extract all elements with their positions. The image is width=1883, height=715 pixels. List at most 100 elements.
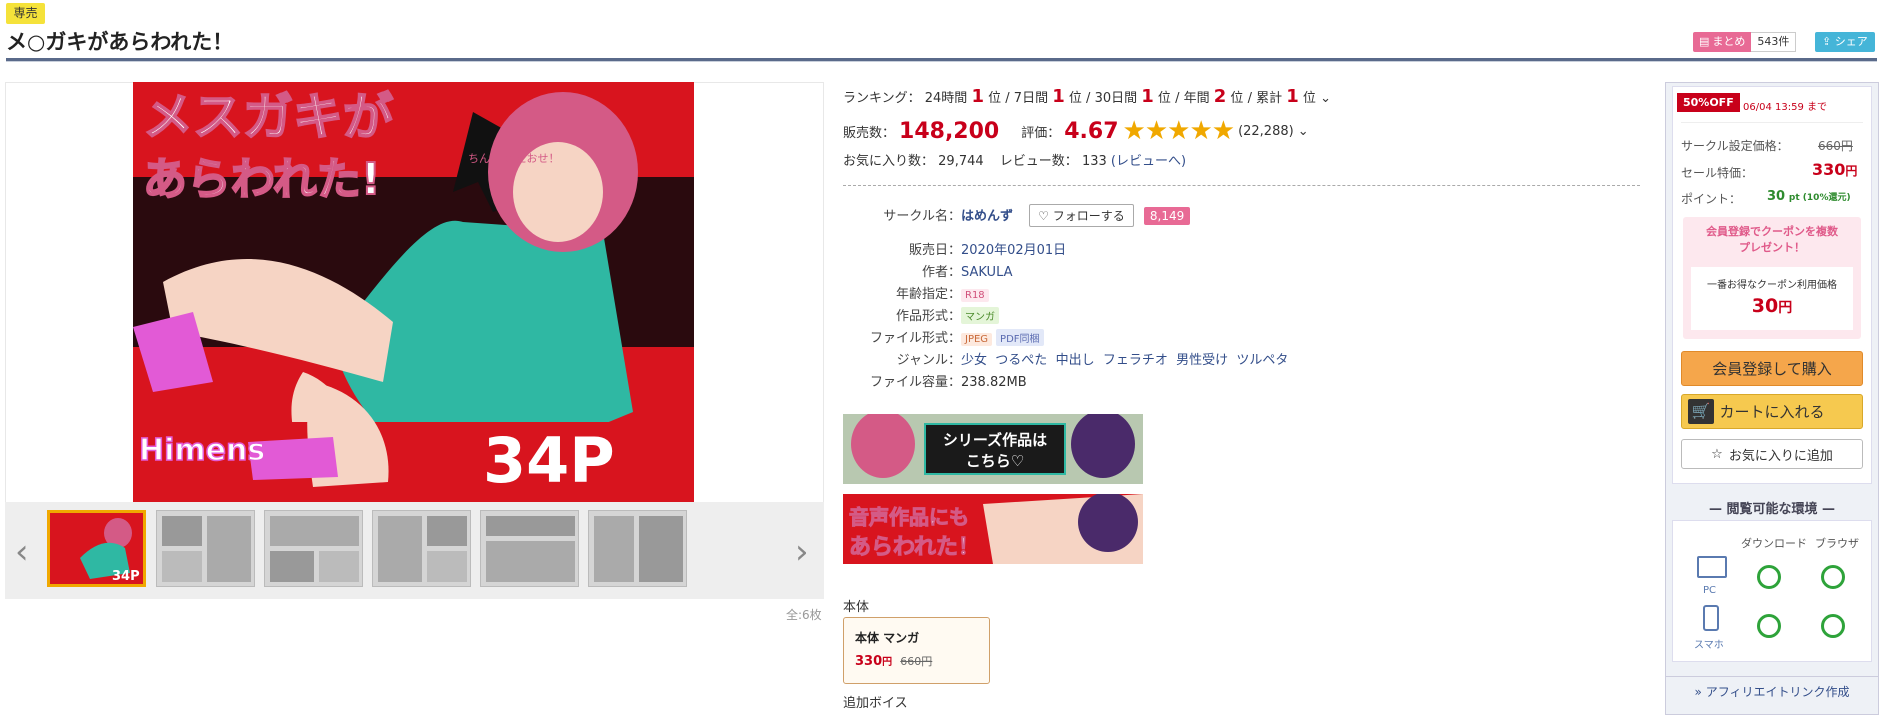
- matome-count: 543件: [1751, 32, 1797, 52]
- review-count: 133: [1081, 154, 1107, 169]
- sale-price-label: セール特価：: [1681, 166, 1754, 180]
- review-link[interactable]: (レビューへ): [1111, 154, 1186, 169]
- edition-name: 本体 マンガ: [855, 631, 920, 645]
- sales-count: 148,200: [899, 118, 1000, 144]
- ranking-row: ランキング： 24時間 1 位 / 7日間 1 位 / 30日間 1 位 / 年…: [843, 86, 1331, 107]
- page-count-text: 34P: [483, 424, 615, 497]
- detail-divider: [843, 185, 1640, 186]
- env-title: — 閲覧可能な環境 —: [1708, 502, 1836, 517]
- page-title: メ○ガキがあらわれた！: [6, 30, 234, 54]
- favorite-label: お気に入りに追加: [1728, 448, 1833, 464]
- add-to-cart-button[interactable]: 🛒 カートに入れる: [1681, 394, 1863, 429]
- file-tag-pdf[interactable]: PDF同梱: [996, 329, 1044, 346]
- thumbnail-2[interactable]: [156, 510, 255, 587]
- list-icon: ▤: [1699, 35, 1710, 48]
- thumbnail-3[interactable]: [264, 510, 363, 587]
- favorites-count: 29,744: [938, 154, 984, 169]
- format-row: 作品形式： マンガ: [843, 305, 1003, 324]
- sale-deadline: 06/04 13:59 まで: [1743, 102, 1827, 113]
- prev-arrow-icon[interactable]: ‹: [15, 535, 29, 569]
- phone-browser-ok-icon: [1821, 614, 1845, 638]
- format-tag[interactable]: マンガ: [961, 307, 999, 324]
- thumbnail-6[interactable]: [588, 510, 687, 587]
- svg-text:シリーズ作品は: シリーズ作品は: [943, 431, 1047, 449]
- ranking-7d[interactable]: 7日間 1 位: [1014, 86, 1082, 107]
- pc-download-ok-icon: [1757, 565, 1781, 589]
- author-row: 作者：SAKULA: [921, 265, 1013, 280]
- genre-link[interactable]: ツルペタ: [1236, 353, 1288, 368]
- circle-logo: Himens: [139, 433, 265, 468]
- release-date-link[interactable]: 2020年02月01日: [961, 243, 1066, 258]
- thumbnail-4[interactable]: [372, 510, 471, 587]
- pc-browser-ok-icon: [1821, 565, 1845, 589]
- register-buy-button[interactable]: 会員登録して購入: [1681, 351, 1863, 386]
- cover-arrow-text: ちんこで たおせ！: [468, 152, 560, 165]
- voice-banner-art: 音声作品にも あらわれた！: [843, 494, 1143, 564]
- share-button[interactable]: ⇪ シェア: [1815, 32, 1875, 52]
- matome-button[interactable]: ▤ まとめ: [1693, 32, 1752, 52]
- chevron-down-icon[interactable]: ⌄: [1320, 91, 1331, 106]
- phone-download-ok-icon: [1757, 614, 1781, 638]
- coupon-label: 一番お得なクーポン利用価格: [1707, 280, 1837, 291]
- cart-icon: 🛒: [1688, 399, 1714, 424]
- follow-button[interactable]: ♡ フォローする: [1029, 204, 1134, 227]
- next-arrow-icon[interactable]: ›: [795, 535, 809, 569]
- affiliate-link[interactable]: » アフィリエイトリンク作成: [1672, 683, 1872, 700]
- points: 30 pt (10%還元): [1767, 189, 1851, 204]
- age-row: 年齢指定： R18: [843, 283, 993, 302]
- matome-widget[interactable]: ▤ まとめ 543件: [1693, 32, 1797, 52]
- review-label: レビュー数：: [999, 154, 1078, 169]
- filesize-value: 238.82MB: [961, 375, 1027, 390]
- discount-badge: 50%OFF: [1677, 93, 1740, 112]
- favorite-button[interactable]: ☆ お気に入りに追加: [1681, 439, 1863, 469]
- genre-link[interactable]: 中出し: [1056, 353, 1095, 368]
- svg-text:こちら♡: こちら♡: [966, 452, 1024, 470]
- thumbnail-1-art: 34P: [50, 513, 143, 584]
- smartphone-icon: [1703, 605, 1719, 631]
- pc-label: PC: [1703, 585, 1717, 596]
- ranking-label: ランキング：: [843, 91, 921, 106]
- genre-link[interactable]: 男性受け: [1176, 353, 1228, 368]
- heart-icon: ♡: [1038, 209, 1053, 223]
- coupon-price: 30円: [1751, 295, 1793, 317]
- browser-header: ブラウザ: [1815, 537, 1859, 550]
- ranking-total[interactable]: 累計 1 位: [1256, 86, 1316, 107]
- matome-label: まとめ: [1712, 35, 1746, 48]
- release-row: 販売日：2020年02月01日: [908, 243, 1067, 258]
- sales-row: 販売数： 148,200 評価： 4.67 ★★★★★ (22,288) ⌄: [843, 116, 1309, 146]
- ranking-year[interactable]: 年間 2 位: [1184, 86, 1244, 107]
- follow-count: 8,149: [1143, 207, 1191, 225]
- ranking-30d[interactable]: 30日間 1 位: [1095, 86, 1171, 107]
- favorites-label: お気に入り数：: [843, 154, 935, 169]
- edition-section-label: 本体: [843, 600, 870, 615]
- svg-text:34P: 34P: [112, 569, 140, 584]
- header-divider-light: [6, 61, 1877, 62]
- thumbnail-5[interactable]: [480, 510, 579, 587]
- cover-title-1: メスガキが: [143, 88, 393, 146]
- ranking-24h[interactable]: 24時間 1 位: [925, 86, 1001, 107]
- download-header: ダウンロード: [1741, 537, 1807, 550]
- cover-title-2: あらわれた!: [143, 154, 381, 205]
- rating-stars-icon: ★★★★★: [1122, 116, 1236, 146]
- file-tag-jpeg[interactable]: JPEG: [961, 333, 993, 346]
- voice-banner[interactable]: 音声作品にも あらわれた！: [843, 494, 1143, 564]
- genre-link[interactable]: 少女: [961, 353, 987, 368]
- filetype-row: ファイル形式： JPEG PDF同梱: [843, 327, 1048, 346]
- phone-label: スマホ: [1694, 640, 1724, 651]
- series-banner[interactable]: シリーズ作品は こちら♡: [843, 414, 1143, 484]
- rating-count: (22,288): [1238, 123, 1294, 139]
- genre-link[interactable]: フェラチオ: [1103, 353, 1168, 368]
- age-tag[interactable]: R18: [961, 289, 989, 302]
- thumbnail-1[interactable]: 34P: [47, 510, 146, 587]
- svg-text:音声作品にも: 音声作品にも: [849, 505, 969, 529]
- circle-link[interactable]: はめんず: [961, 209, 1013, 224]
- author-link[interactable]: SAKULA: [961, 265, 1013, 280]
- edition-original-price: 660円: [900, 655, 933, 668]
- sales-label: 販売数：: [843, 125, 896, 141]
- genre-link[interactable]: つるぺた: [995, 353, 1047, 368]
- chevron-down-icon[interactable]: ⌄: [1298, 124, 1309, 139]
- coupon-headline: 会員登録でクーポンを複数 プレゼント！: [1706, 225, 1838, 254]
- genre-row: ジャンル：少女 つるぺた 中出し フェラチオ 男性受け ツルペタ: [896, 353, 1289, 368]
- main-image[interactable]: Himens 34P メスガキが あらわれた! ちんこで たおせ！: [133, 82, 694, 502]
- edition-card[interactable]: 本体 マンガ 330円 660円: [843, 617, 990, 684]
